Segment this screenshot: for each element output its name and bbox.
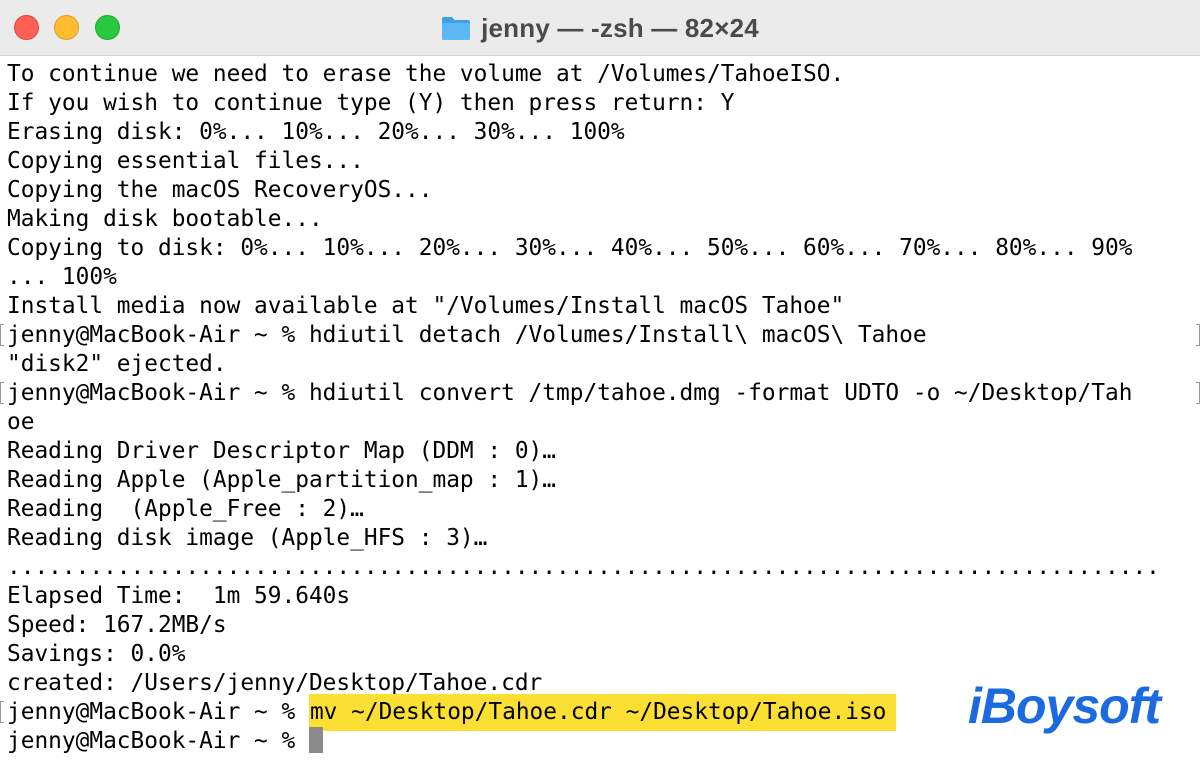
output-line: oe: [7, 409, 35, 435]
window-title: jenny — -zsh — 82×24: [481, 12, 759, 43]
progress-dots-line: ........................................…: [7, 554, 1160, 580]
output-line: Copying the macOS RecoveryOS...: [7, 177, 433, 203]
prompt: jenny@MacBook-Air ~ %: [7, 699, 309, 725]
iboysoft-logo: iBoysoft: [968, 678, 1161, 734]
output-line: To continue we need to erase the volume …: [7, 61, 845, 87]
highlighted-command-line: jenny@MacBook-Air ~ % mv ~/Desktop/Tahoe…: [7, 694, 897, 731]
output-line: Speed: 167.2MB/s: [7, 612, 227, 638]
output-line: Elapsed Time: 1m 59.640s: [7, 583, 351, 609]
text-cursor: [308, 727, 323, 753]
output-line: Install media now available at "/Volumes…: [7, 293, 845, 319]
output-line: Erasing disk: 0%... 10%... 20%... 30%...…: [7, 119, 625, 145]
output-line: Making disk bootable...: [7, 206, 323, 232]
window-title-group: jenny — -zsh — 82×24: [0, 0, 1200, 56]
highlighted-command: mv ~/Desktop/Tahoe.cdr ~/Desktop/Tahoe.i…: [308, 694, 897, 731]
folder-icon: [442, 17, 471, 40]
prompt-line[interactable]: jenny@MacBook-Air ~ %: [7, 727, 323, 756]
output-line: Reading Driver Descriptor Map (DDM : 0)…: [7, 438, 556, 464]
command-line: jenny@MacBook-Air ~ % hdiutil detach /Vo…: [7, 322, 927, 348]
title-bar[interactable]: jenny — -zsh — 82×24: [0, 0, 1200, 56]
command-mark-left: [0, 382, 4, 404]
command-mark-left: [0, 701, 4, 723]
terminal-window: jenny — -zsh — 82×24 To continue we need…: [0, 0, 1200, 762]
output-line: Savings: 0.0%: [7, 641, 186, 667]
terminal-output[interactable]: To continue we need to erase the volume …: [0, 60, 1200, 762]
output-line: Reading Apple (Apple_partition_map : 1)…: [7, 467, 556, 493]
output-line: Copying essential files...: [7, 148, 364, 174]
output-line: "disk2" ejected.: [7, 351, 227, 377]
output-line: Copying to disk: 0%... 10%... 20%... 30%…: [7, 235, 1133, 261]
output-line: ... 100%: [7, 264, 117, 290]
output-line: If you wish to continue type (Y) then pr…: [7, 90, 735, 116]
output-line: Reading disk image (Apple_HFS : 3)…: [7, 525, 488, 551]
output-line: Reading (Apple_Free : 2)…: [7, 496, 364, 522]
command-mark-right: [1196, 324, 1200, 346]
prompt: jenny@MacBook-Air ~ %: [7, 728, 309, 754]
command-line: jenny@MacBook-Air ~ % hdiutil convert /t…: [7, 380, 1133, 406]
command-mark-left: [0, 324, 4, 346]
command-mark-right: [1196, 382, 1200, 404]
